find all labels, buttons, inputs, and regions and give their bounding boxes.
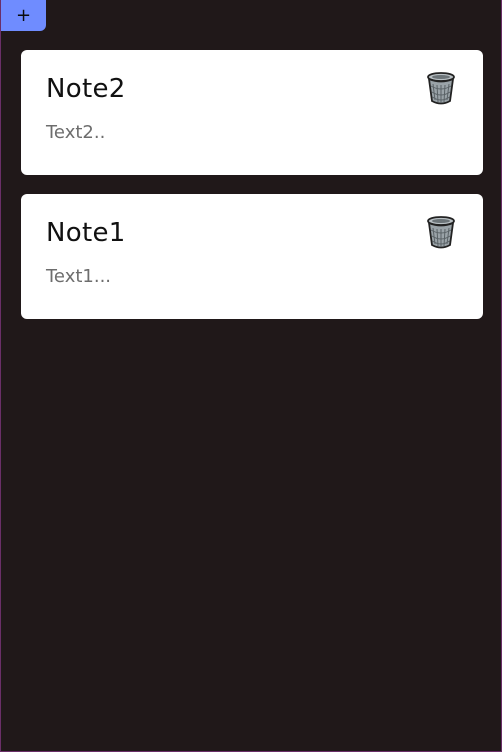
- note-card[interactable]: Note2 Text2..: [21, 50, 483, 175]
- add-note-label: +: [15, 4, 32, 26]
- note-card[interactable]: Note1 Text1...: [21, 194, 483, 319]
- note-text: Text2..: [46, 122, 106, 143]
- notes-list: Note2 Text2.. Note1 Text1...: [21, 50, 483, 338]
- trash-can-icon[interactable]: [425, 72, 457, 106]
- note-title: Note2: [46, 74, 126, 104]
- note-title: Note1: [46, 218, 126, 248]
- add-note-button[interactable]: +: [1, 0, 46, 31]
- trash-can-icon[interactable]: [425, 216, 457, 250]
- note-text: Text1...: [46, 266, 112, 287]
